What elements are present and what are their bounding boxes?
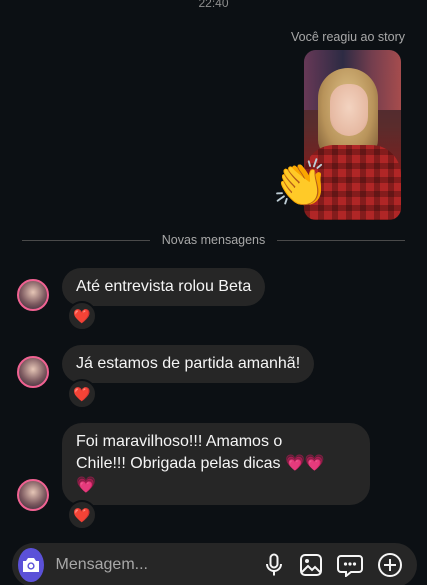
microphone-icon: [265, 553, 282, 576]
message-bubble[interactable]: Até entrevista rolou Beta: [62, 268, 266, 306]
divider-line-left: [22, 240, 150, 241]
message-bubble[interactable]: Já estamos de partida amanhã!: [62, 345, 315, 383]
camera-icon: [22, 558, 39, 572]
new-messages-divider: Novas mensagens: [22, 233, 405, 247]
story-person-face: [330, 84, 368, 136]
avatar[interactable]: [17, 356, 49, 388]
sticker-button[interactable]: [337, 550, 363, 580]
message-input[interactable]: [55, 556, 263, 574]
heart-reaction[interactable]: ❤️: [67, 301, 97, 331]
message-composer: [12, 543, 417, 585]
plus-button[interactable]: [377, 550, 403, 580]
plus-icon: [378, 553, 402, 577]
divider-line-right: [277, 240, 405, 241]
message-text-line: Foi maravilhoso!!! Amamos o: [76, 433, 283, 450]
story-reaction-label: Você reagiu ao story: [291, 30, 405, 44]
heart-reaction[interactable]: ❤️: [67, 500, 97, 530]
message-text-line: 💗: [76, 477, 96, 494]
message-bubble[interactable]: Foi maravilhoso!!! Amamos o Chile!!! Obr…: [62, 423, 370, 505]
divider-label: Novas mensagens: [161, 233, 266, 247]
gallery-icon: [300, 554, 322, 576]
status-time: 22:40: [198, 0, 229, 10]
message-text: Até entrevista rolou Beta: [76, 278, 252, 295]
microphone-button[interactable]: [263, 550, 286, 580]
avatar[interactable]: [17, 279, 49, 311]
camera-button[interactable]: [18, 548, 44, 582]
message-text: Já estamos de partida amanhã!: [76, 355, 301, 372]
heart-reaction[interactable]: ❤️: [67, 379, 97, 409]
gallery-button[interactable]: [299, 550, 323, 580]
clap-reaction-emoji: 👏: [272, 157, 330, 209]
avatar[interactable]: [17, 479, 49, 511]
message-text-line: Chile!!! Obrigada pelas dicas 💗💗: [76, 455, 325, 472]
sticker-icon: [337, 555, 363, 577]
